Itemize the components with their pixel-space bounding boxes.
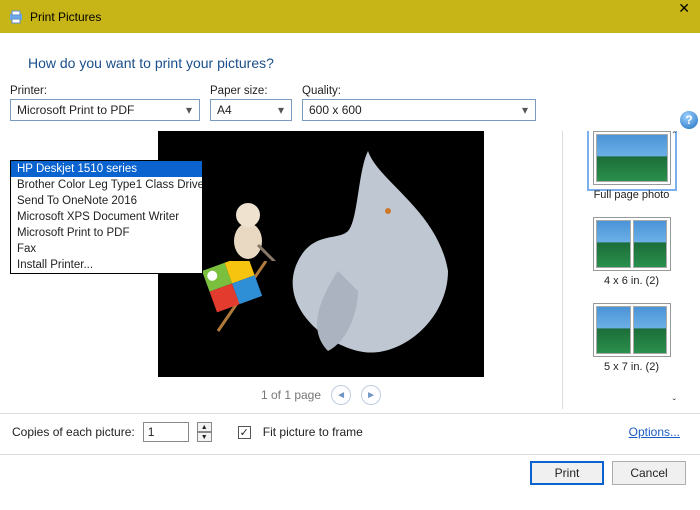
button-row: Print Cancel [0,455,700,485]
page-heading: How do you want to print your pictures? [28,55,700,71]
layout-label: 4 x 6 in. (2) [604,275,659,287]
printer-option[interactable]: Install Printer... [11,257,202,273]
copies-label: Copies of each picture: [12,425,135,439]
printer-option[interactable]: HP Deskjet 1510 series [11,161,202,177]
chevron-down-icon: ▾ [517,100,533,120]
layout-thumb [593,131,671,185]
window-title: Print Pictures [30,10,101,24]
printer-value: Microsoft Print to PDF [17,103,134,117]
layout-thumb [593,303,671,357]
layout-option[interactable]: 5 x 7 in. (2) [573,303,690,373]
scroll-down-icon[interactable]: ˇ [673,398,676,409]
close-icon[interactable]: ✕ [678,0,690,17]
fit-checkbox[interactable] [238,426,251,439]
copies-down-button[interactable]: ▼ [197,432,212,442]
help-icon[interactable]: ? [680,111,698,129]
controls-row: Printer: Microsoft Print to PDF ▾ Paper … [0,85,700,121]
chevron-down-icon: ▾ [273,100,289,120]
titlebar: Print Pictures ✕ [0,0,700,33]
printer-icon [8,9,24,25]
pager-text: 1 of 1 page [261,388,321,402]
quality-value: 600 x 600 [309,103,362,117]
copies-up-button[interactable]: ▲ [197,422,212,432]
preview-image [158,131,484,377]
layout-label: 5 x 7 in. (2) [604,361,659,373]
next-page-button[interactable]: ► [361,385,381,405]
layouts-list[interactable]: ˆ ˇ Full page photo 4 x 6 in. (2) 5 x 7 in… [563,131,700,409]
printer-label: Printer: [10,85,200,97]
printer-option[interactable]: Microsoft XPS Document Writer [11,209,202,225]
dolphin-illustration [258,151,458,361]
prev-page-button[interactable]: ◄ [331,385,351,405]
paper-size-label: Paper size: [210,85,292,97]
printer-select[interactable]: Microsoft Print to PDF ▾ [10,99,200,121]
printer-option[interactable]: Brother Color Leg Type1 Class Driver [11,177,202,193]
chevron-down-icon: ▾ [181,100,197,120]
options-link[interactable]: Options... [629,425,680,439]
layout-label: Full page photo [594,189,670,201]
printer-dropdown-list[interactable]: HP Deskjet 1510 seriesBrother Color Leg … [10,160,203,274]
printer-option[interactable]: Microsoft Print to PDF [11,225,202,241]
squirrel-illustration [218,191,278,261]
quality-select[interactable]: 600 x 600 ▾ [302,99,536,121]
copies-row: Copies of each picture: 1 ▲ ▼ Fit pictur… [0,414,700,450]
layout-thumb [593,217,671,271]
printer-option[interactable]: Fax [11,241,202,257]
paper-size-value: A4 [217,103,232,117]
cancel-button[interactable]: Cancel [612,461,686,485]
copies-input[interactable]: 1 [143,422,189,442]
print-button[interactable]: Print [530,461,604,485]
pager: 1 of 1 page ◄ ► [261,385,381,405]
printer-option[interactable]: Send To OneNote 2016 [11,193,202,209]
paper-size-select[interactable]: A4 ▾ [210,99,292,121]
fit-label: Fit picture to frame [263,425,363,439]
layout-option[interactable]: 4 x 6 in. (2) [573,217,690,287]
scroll-up-icon[interactable]: ˆ [673,131,676,142]
quality-label: Quality: [302,85,536,97]
